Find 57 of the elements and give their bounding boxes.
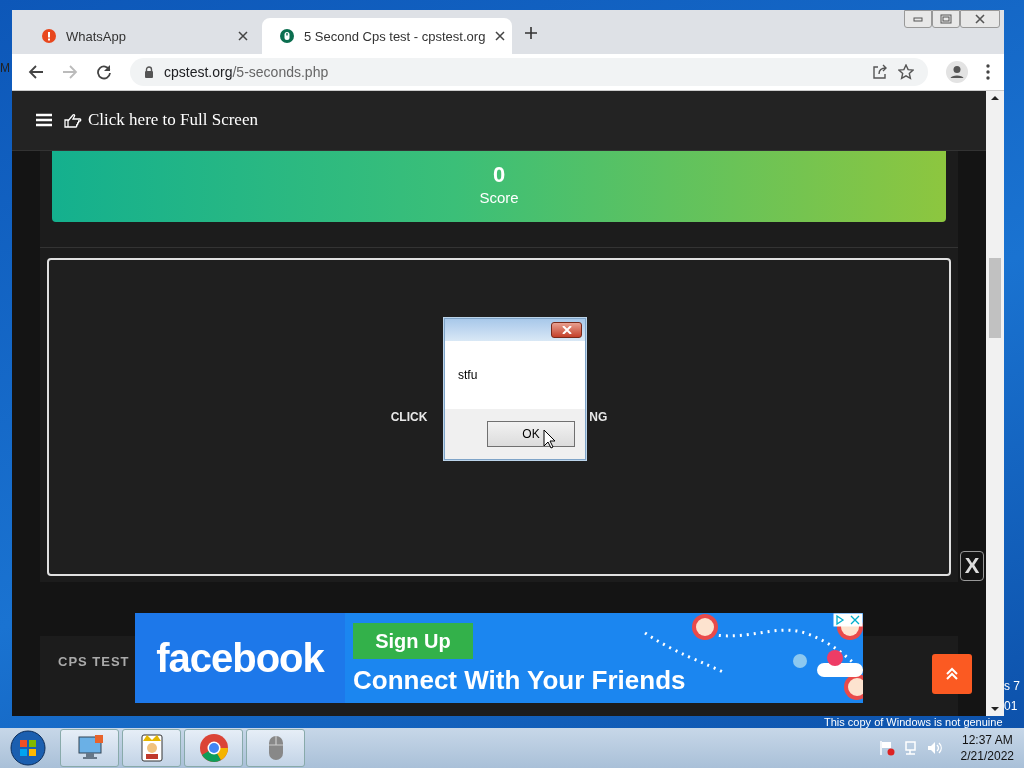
reload-icon[interactable] (96, 64, 112, 80)
score-label: Score (479, 188, 519, 209)
close-ad-button[interactable]: X (960, 551, 984, 581)
tab-title: WhatsApp (66, 28, 127, 44)
close-icon[interactable] (238, 31, 248, 41)
scroll-down-icon[interactable] (991, 707, 999, 712)
plus-icon (524, 26, 538, 40)
ad-tagline: Connect With Your Friends (353, 665, 687, 696)
close-icon (561, 326, 572, 334)
menu-icon[interactable] (36, 113, 52, 128)
start-button[interactable] (10, 730, 46, 766)
taskbar-button[interactable] (184, 729, 243, 767)
alert-icon (42, 29, 56, 43)
close-icon[interactable] (495, 31, 506, 41)
back-icon[interactable] (28, 64, 44, 80)
scroll-thumb[interactable] (989, 258, 1001, 338)
profile-icon[interactable] (946, 61, 968, 83)
genuine-notice: This copy of Windows is not genuine (824, 716, 1003, 728)
click-text: NG (589, 409, 608, 424)
scroll-top-button[interactable] (932, 654, 972, 694)
desktop-text: s 7 (1004, 678, 1020, 695)
taskbar-button[interactable] (122, 729, 181, 767)
fullscreen-link[interactable]: Click here to Full Screen (88, 110, 258, 131)
desktop-text: M (0, 61, 10, 75)
restore-icon (940, 14, 952, 24)
close-button[interactable] (960, 10, 1000, 28)
double-chevron-up-icon (945, 667, 959, 681)
star-icon[interactable] (898, 64, 914, 80)
score-value: 0 (492, 163, 506, 188)
dialog-message: stfu (458, 368, 478, 382)
tab-title: 5 Second Cps test - cpstest.org (304, 28, 486, 44)
address-bar[interactable]: cpstest.org/5-seconds.php (130, 58, 928, 86)
minimize-icon (913, 16, 923, 22)
desktop-text: 01 (1004, 698, 1019, 715)
mouse-icon (280, 29, 294, 43)
browser-tab[interactable]: WhatsApp (24, 18, 262, 54)
footer-label: CPS TEST (58, 653, 130, 669)
clock-time[interactable]: 12:37 AM (961, 732, 1013, 748)
menu-icon[interactable] (986, 64, 990, 80)
clock-date[interactable]: 2/21/2022 (960, 748, 1014, 764)
share-icon[interactable] (872, 64, 888, 80)
flag-icon[interactable] (878, 740, 895, 756)
hand-icon (64, 112, 82, 129)
scrollbar[interactable] (986, 91, 1004, 716)
close-icon (974, 14, 986, 24)
dialog-close-button[interactable] (551, 322, 582, 338)
browser-tab[interactable]: 5 Second Cps test - cpstest.org (262, 18, 512, 54)
cursor-icon (543, 429, 556, 449)
ad-brand: facebook (156, 635, 324, 681)
ad-banner[interactable]: facebook Sign Up Connect With Your Friends (135, 613, 863, 703)
click-text: CLICK (390, 409, 428, 424)
scroll-up-icon[interactable] (991, 95, 999, 100)
lock-icon (144, 66, 154, 78)
taskbar-button[interactable] (60, 729, 119, 767)
ad-choices-icon[interactable] (833, 613, 863, 627)
taskbar-button[interactable] (246, 729, 305, 767)
ok-button[interactable]: OK (487, 421, 575, 447)
